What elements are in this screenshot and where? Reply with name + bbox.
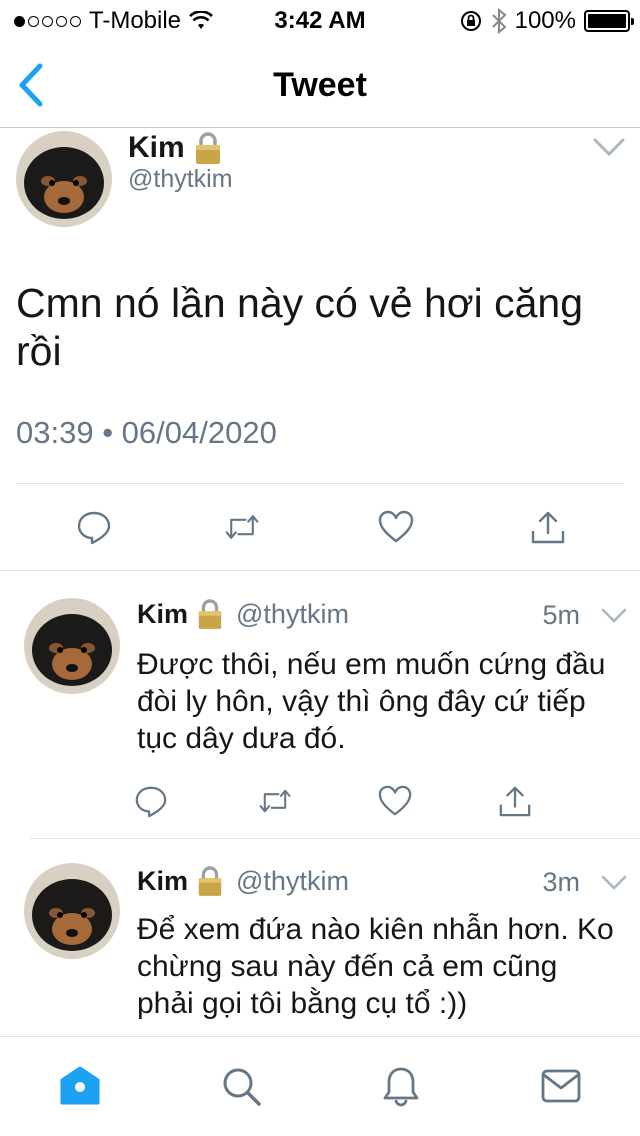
- reply-icon[interactable]: [134, 784, 168, 818]
- search-icon[interactable]: [220, 1065, 262, 1107]
- reply-time: 5m: [542, 600, 580, 630]
- reply-tweet[interactable]: Kim @thytkim 5m Được thôi, nếu em muốn c…: [0, 572, 640, 838]
- reply-author-handle[interactable]: @thytkim: [236, 866, 349, 897]
- reply-author-name[interactable]: Kim: [137, 599, 188, 630]
- navigation-bar: Tweet: [0, 40, 640, 128]
- retweet-icon[interactable]: [258, 784, 292, 818]
- main-tweet: Kim @thytkim Cmn nó lần này có vẻ hơi că…: [0, 129, 640, 571]
- lock-icon: [195, 132, 220, 164]
- status-bar: T-Mobile 3:42 AM 100%: [0, 0, 640, 40]
- tweet-author-name[interactable]: Kim: [128, 131, 223, 165]
- avatar[interactable]: [24, 863, 120, 959]
- share-icon[interactable]: [530, 509, 566, 545]
- battery-icon: [584, 10, 634, 32]
- tweet-timestamp: 03:39 • 06/04/2020: [16, 415, 277, 450]
- like-icon[interactable]: [378, 784, 412, 818]
- battery-percent: 100%: [514, 7, 576, 34]
- reply-author-handle[interactable]: @thytkim: [236, 599, 349, 630]
- reply-tweet[interactable]: Kim @thytkim 3m Để xem đứa nào kiên nhẫn…: [0, 839, 640, 1036]
- chevron-down-icon[interactable]: [592, 135, 626, 159]
- status-right: 100%: [459, 7, 634, 35]
- messages-icon[interactable]: [540, 1065, 582, 1107]
- reply-text: Được thôi, nếu em muốn cứng đầu đòi ly h…: [137, 648, 606, 755]
- home-icon[interactable]: [59, 1065, 101, 1107]
- lock-icon: [198, 599, 222, 629]
- orientation-lock-icon: [460, 11, 481, 31]
- reply-author-name[interactable]: Kim: [137, 866, 188, 897]
- reply-icon[interactable]: [76, 509, 112, 545]
- lock-icon: [198, 866, 222, 896]
- reply-text: Để xem đứa nào kiên nhẫn hơn. Ko chừng s…: [137, 913, 614, 1020]
- tweet-text: Cmn nó lần này có vẻ hơi căng rồi: [16, 280, 584, 374]
- page-title: Tweet: [273, 66, 367, 104]
- share-icon[interactable]: [498, 784, 532, 818]
- reply-header: Kim @thytkim: [137, 865, 349, 897]
- reply-header: Kim @thytkim: [137, 598, 349, 630]
- bluetooth-icon: [491, 8, 507, 34]
- reply-time: 3m: [542, 867, 580, 897]
- divider: [16, 483, 624, 484]
- author-name: Kim: [128, 131, 185, 164]
- avatar[interactable]: [16, 131, 112, 227]
- tab-bar: [0, 1036, 640, 1136]
- retweet-icon[interactable]: [224, 509, 260, 545]
- like-icon[interactable]: [378, 509, 414, 545]
- chevron-down-icon[interactable]: [600, 606, 628, 626]
- chevron-down-icon[interactable]: [600, 873, 628, 893]
- author-handle[interactable]: @thytkim: [128, 165, 233, 194]
- avatar[interactable]: [24, 598, 120, 694]
- notifications-icon[interactable]: [380, 1065, 422, 1107]
